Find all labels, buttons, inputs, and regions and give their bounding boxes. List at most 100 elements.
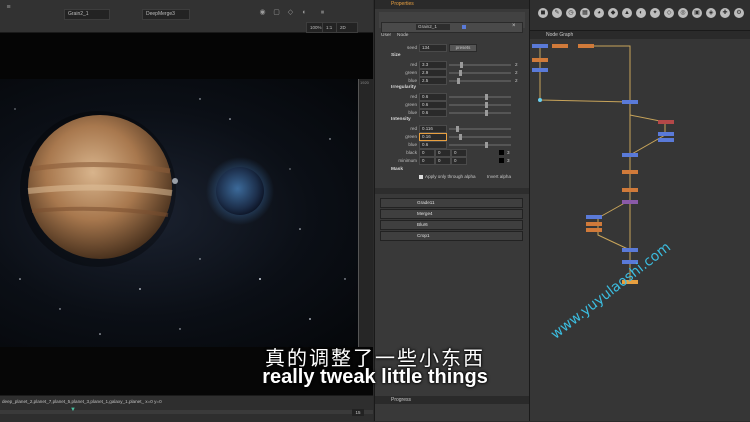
channel-slider[interactable] [449,78,511,84]
grade-node [622,170,638,174]
channel-slider[interactable] [449,142,511,148]
minimum-g[interactable]: 0 [435,157,451,165]
channel-slider[interactable] [449,126,511,132]
size-section: Size [391,53,401,58]
frame-field[interactable]: 15 [352,409,364,416]
color-swatch[interactable] [462,25,466,29]
channel-slider[interactable] [449,62,511,68]
slider-knob[interactable] [485,142,488,148]
minimum-row: minimum 0 0 0 3 [381,157,521,165]
draw-icon[interactable]: ✎ [552,8,562,18]
input-b-field[interactable]: DeepMerge3 [142,9,190,20]
tab-user[interactable]: User [381,33,391,38]
color-icon[interactable]: ◕ [594,8,604,18]
channel-slider[interactable] [449,134,511,140]
slider-knob[interactable] [485,94,488,100]
properties-tab[interactable]: Properties [387,0,418,8]
clip-icon[interactable]: ◇ [286,8,295,17]
channel-value-field[interactable]: 0.6 [419,109,447,117]
seed-field[interactable]: 134 [419,44,447,52]
channel-label: red [410,126,417,131]
view-mode-select[interactable]: 2D [336,22,358,33]
roi-icon[interactable]: ▢ [272,8,281,17]
minimum-b[interactable]: 0 [451,157,467,165]
channel-count: 3 [507,150,510,155]
slider-knob[interactable] [456,126,460,132]
channel-slider[interactable] [449,110,511,116]
time-icon[interactable]: ◷ [566,8,576,18]
channel-value-field[interactable]: 0.6 [419,141,447,149]
node-panel-crop1[interactable]: Crop1 [380,231,523,241]
slider-knob[interactable] [457,78,461,84]
channel-value-field[interactable]: 0.6 [419,101,447,109]
progress-tab[interactable]: Progress [387,396,415,404]
earth-planet [216,167,264,215]
close-icon[interactable]: × [512,23,516,29]
merge-node [622,248,638,252]
playhead-icon[interactable]: ▼ [70,407,76,413]
other-icon[interactable]: ✚ [720,8,730,18]
grain-node [658,132,674,136]
channel-icon[interactable]: ▦ [580,8,590,18]
zoom-icon[interactable]: ◉ [258,8,267,17]
slider-knob[interactable] [458,134,462,140]
channel-label: blue [408,78,417,83]
filter-icon[interactable]: ◆ [608,8,618,18]
channel-value-field[interactable]: 2.5 [419,77,447,85]
black-b[interactable]: 0 [451,149,467,157]
invert-alpha-label: Invert alpha [487,174,512,179]
slider-knob[interactable] [485,102,488,108]
views-icon[interactable]: ◎ [678,8,688,18]
color-swatch[interactable] [499,150,504,155]
tab-node[interactable]: Node [397,33,408,38]
menu-icon[interactable]: ≡ [4,3,13,12]
node-panel-grade11[interactable]: Grade11 [380,198,523,208]
transform-icon[interactable]: ✦ [650,8,660,18]
toolsets-icon[interactable]: ◈ [706,8,716,18]
color-swatch[interactable] [499,158,504,163]
keyer-icon[interactable]: ▲ [622,8,632,18]
blur-node [658,120,674,124]
viewer-canvas[interactable] [0,79,359,347]
channel-value-field[interactable]: 3.3 [419,61,447,69]
channel-slider[interactable] [449,94,511,100]
black-g[interactable]: 0 [435,149,451,157]
merge-node [622,100,638,104]
metadata-icon[interactable]: ▣ [692,8,702,18]
input-a-field[interactable]: Grain2_1 [64,9,110,20]
node-name-field[interactable]: Grain2_1 [416,24,450,30]
3d-icon[interactable]: ◇ [664,8,674,18]
viewer-toolbar: ≡ Grain2_1 DeepMerge3 ◉ ▢ ◇ ◐ ⏸ 100% 1:1… [0,0,373,33]
intensity-green-row: green 0.16 [381,133,521,141]
channel-count: 2 [515,70,518,75]
minimum-r[interactable]: 0 [419,157,435,165]
channel-slider[interactable] [449,70,511,76]
node-panel-blur6[interactable]: Blur6 [380,220,523,230]
channel-value-field[interactable]: 0.16 [419,133,447,141]
channel-value-field[interactable]: 2.9 [419,69,447,77]
grade-node [622,188,638,192]
lut-icon[interactable]: ◐ [300,8,309,17]
apply-alpha-checkbox[interactable] [419,175,423,179]
slider-knob[interactable] [459,62,463,68]
grade-node [532,58,548,62]
presets-button[interactable]: presets [449,44,477,52]
connection-lines [539,45,666,280]
space-scene [14,98,346,335]
slider-knob[interactable] [485,110,488,116]
node-panel-merge4[interactable]: Merge4 [380,209,523,219]
channel-count: 2 [515,78,518,83]
merge-icon[interactable]: ◐ [636,8,646,18]
image-icon[interactable]: ◼ [538,8,548,18]
black-r[interactable]: 0 [419,149,435,157]
node-graph-tab[interactable]: Node Graph [542,31,577,39]
slider-knob[interactable] [458,70,462,76]
crop-node [622,200,638,204]
channel-slider[interactable] [449,102,511,108]
channel-value-field[interactable]: 0.6 [419,93,447,101]
pause-icon[interactable]: ⏸ [318,8,327,17]
channel-value-field[interactable]: 0.116 [419,125,447,133]
timeline-bar[interactable] [0,410,373,414]
grade-node [578,44,594,48]
plugins-icon[interactable]: ⚙ [734,8,744,18]
